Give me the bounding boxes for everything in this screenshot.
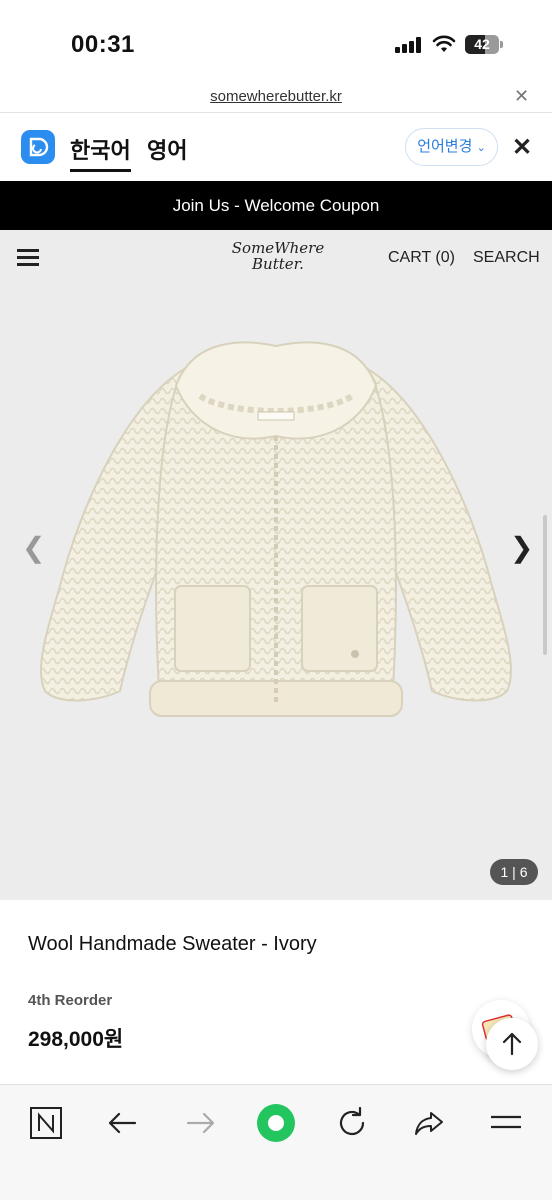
status-bar: 00:31 42: [0, 0, 552, 84]
share-icon[interactable]: [409, 1103, 449, 1143]
product-image: [39, 341, 513, 717]
tab-korean[interactable]: 한국어: [70, 133, 131, 172]
product-title: Wool Handmade Sweater - Ivory: [28, 933, 317, 955]
arrow-up-icon: [502, 1032, 522, 1056]
battery-level: 42: [474, 36, 490, 52]
browser-toolbar: [0, 1084, 552, 1200]
tab-english[interactable]: 영어: [147, 133, 187, 165]
logo-line-2: Butter.: [252, 255, 304, 273]
wifi-icon: [432, 35, 456, 52]
chevron-down-icon: ⌄: [476, 142, 486, 154]
cellular-signal-icon: [395, 37, 423, 53]
close-icon[interactable]: ✕: [512, 133, 532, 162]
chevron-right-icon[interactable]: ❯: [510, 531, 533, 564]
battery-icon: 42: [465, 35, 503, 54]
menu-icon[interactable]: [17, 249, 39, 266]
product-subtitle: 4th Reorder: [28, 992, 113, 1009]
product-gallery[interactable]: ❮ ❯ 1 | 6: [0, 286, 552, 900]
forward-icon[interactable]: [180, 1103, 220, 1143]
green-dot-icon[interactable]: [256, 1103, 296, 1143]
image-counter: 1 | 6: [490, 859, 538, 885]
menu-icon[interactable]: [486, 1103, 526, 1143]
status-time: 00:31: [71, 31, 135, 58]
translate-bar: 한국어 영어 언어변경 ⌄ ✕: [0, 113, 552, 181]
search-link[interactable]: SEARCH: [473, 249, 540, 267]
translate-logo-icon: [21, 130, 55, 164]
close-icon[interactable]: ✕: [514, 86, 529, 107]
naver-home-icon[interactable]: [26, 1103, 66, 1143]
cart-link[interactable]: CART (0): [388, 249, 455, 267]
url-text[interactable]: somewherebutter.kr: [0, 88, 552, 105]
back-icon[interactable]: [103, 1103, 143, 1143]
language-change-label: 언어변경: [417, 138, 473, 155]
url-bar: somewherebutter.kr ✕: [0, 84, 552, 113]
promo-banner[interactable]: Join Us - Welcome Coupon: [0, 181, 552, 230]
scroll-to-top-button[interactable]: [486, 1018, 538, 1070]
scrollbar[interactable]: [543, 515, 547, 655]
logo-line-1: SomeWhere: [231, 239, 325, 257]
brand-logo[interactable]: SomeWhere Butter.: [228, 240, 328, 280]
refresh-icon[interactable]: [332, 1103, 372, 1143]
product-info: Wool Handmade Sweater - Ivory 4th Reorde…: [0, 900, 552, 1084]
language-change-button[interactable]: 언어변경 ⌄: [405, 128, 498, 166]
site-header: SomeWhere Butter. CART (0) SEARCH: [0, 230, 552, 286]
product-price: 298,000원: [28, 1028, 124, 1051]
chevron-left-icon[interactable]: ❮: [22, 531, 45, 564]
